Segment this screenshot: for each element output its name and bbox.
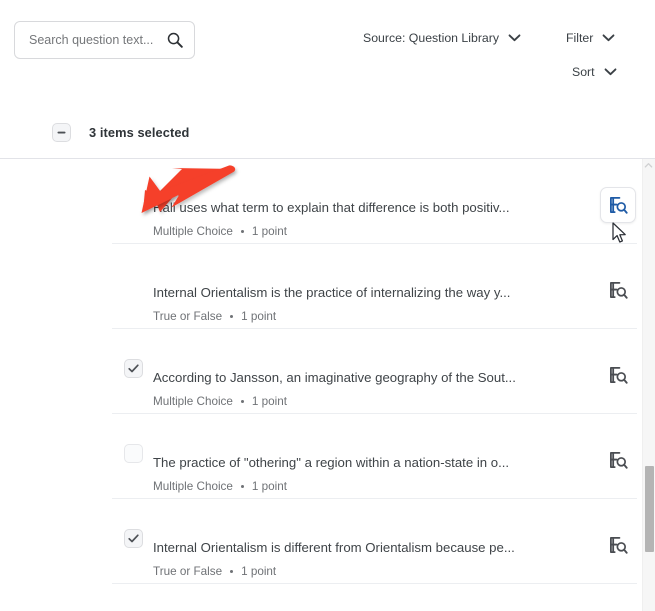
source-dropdown[interactable]: Source: Question Library [363,31,521,45]
search-box[interactable] [14,21,195,59]
meta-dot-separator [240,229,244,233]
question-meta: Multiple Choice 1 point [153,480,655,493]
question-preview-icon [609,281,628,299]
selection-bar: 3 items selected [0,118,655,146]
list-scrollbar[interactable] [642,159,655,611]
question-points: 1 point [251,224,287,238]
toolbar: Source: Question Library Filter Sort [0,0,655,100]
row-content: Hall uses what term to explain that diff… [125,176,655,238]
question-list: Hall uses what term to explain that diff… [0,159,655,611]
question-meta: Multiple Choice 1 point [153,395,655,408]
question-type: Multiple Choice [153,394,233,408]
source-dropdown-label: Source: Question Library [363,31,500,45]
question-title[interactable]: Internal Orientalism is the practice of … [153,285,655,301]
preview-question-button[interactable] [600,527,636,563]
question-points: 1 point [251,479,287,493]
table-row[interactable]: The practice of "othering" a region with… [0,414,655,499]
question-title[interactable]: The practice of "othering" a region with… [153,455,655,471]
question-points: 1 point [241,564,277,578]
preview-question-button[interactable] [600,357,636,393]
filter-dropdown-label: Filter [566,31,594,45]
meta-dot-separator [240,399,244,403]
question-type: True or False [153,309,223,323]
question-type: Multiple Choice [153,224,233,238]
preview-question-button[interactable] [600,272,636,308]
question-title[interactable]: Internal Orientalism is different from O… [153,540,655,556]
meta-dot-separator [230,569,234,573]
scrollbar-thumb[interactable] [645,466,654,552]
question-title[interactable]: Hall uses what term to explain that diff… [153,200,655,216]
chevron-down-icon [604,68,617,76]
question-preview-icon [609,536,628,554]
question-title[interactable]: According to Jansson, an imaginative geo… [153,370,655,386]
meta-dot-separator [230,314,234,318]
search-input[interactable] [29,33,162,47]
table-row[interactable]: Hall uses what term to explain that diff… [0,159,655,378]
table-row[interactable]: Internal Orientalism is different from O… [0,499,655,584]
sort-dropdown-label: Sort [572,65,595,79]
row-content: According to Jansson, an imaginative geo… [125,346,655,408]
chevron-down-icon [602,34,615,42]
row-content: Internal Orientalism is different from O… [125,516,655,578]
search-icon[interactable] [162,31,184,49]
question-type: True or False [153,564,223,578]
scroll-up-arrow-icon[interactable] [644,161,653,170]
question-preview-icon [609,451,628,469]
table-row[interactable]: According to Jansson, an imaginative geo… [0,329,655,548]
table-row[interactable]: Internal Orientalism is the practice of … [0,244,655,463]
chevron-down-icon [508,34,521,42]
question-meta: True or False 1 point [153,565,655,578]
question-points: 1 point [241,309,277,323]
question-points: 1 point [251,394,287,408]
row-content: Internal Orientalism is the practice of … [125,261,655,323]
question-meta: True or False 1 point [153,310,655,323]
question-preview-icon [609,366,628,384]
meta-dot-separator [240,484,244,488]
selection-count-label: 3 items selected [89,124,190,140]
row-separator [112,583,637,584]
indeterminate-dash-icon [57,131,66,133]
select-all-checkbox[interactable] [52,122,71,142]
question-preview-icon [609,196,628,214]
sort-dropdown[interactable]: Sort [572,65,617,79]
preview-question-button[interactable] [600,442,636,478]
question-type: Multiple Choice [153,479,233,493]
question-meta: Multiple Choice 1 point [153,225,655,238]
filter-dropdown[interactable]: Filter [566,31,615,45]
preview-question-button[interactable] [600,187,636,223]
row-content: The practice of "othering" a region with… [125,431,655,493]
